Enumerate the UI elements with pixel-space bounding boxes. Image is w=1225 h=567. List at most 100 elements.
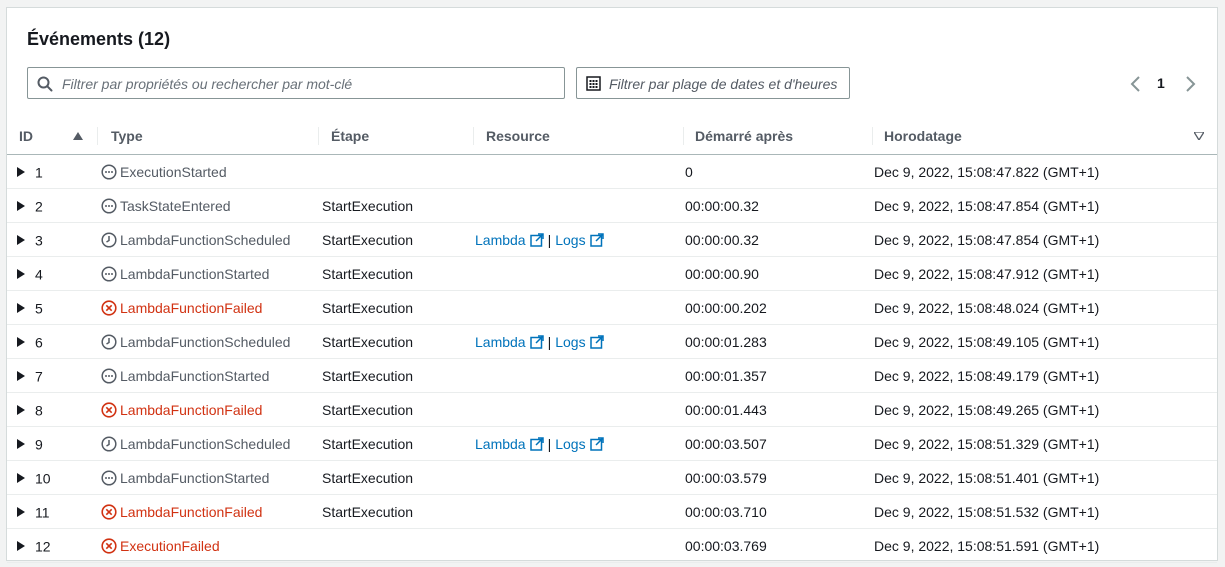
caret-right-icon[interactable] xyxy=(17,167,25,178)
cell-resource xyxy=(473,528,683,563)
logs-link[interactable]: Logs xyxy=(555,333,604,350)
event-id: 4 xyxy=(35,266,43,283)
event-timestamp: Dec 9, 2022, 15:08:49.179 (GMT+1) xyxy=(874,367,1100,384)
caret-right-icon[interactable] xyxy=(17,541,25,552)
table-row[interactable]: 4 LambdaFunctionStarted StartExecution 00:0… xyxy=(7,256,1217,291)
caret-right-icon[interactable] xyxy=(17,439,25,450)
cell-started-after: 00:00:00.32 xyxy=(683,222,872,257)
table-row[interactable]: 8 LambdaFunctionFailed StartExecution 00:00… xyxy=(7,392,1217,427)
table-row[interactable]: 3 LambdaFunctionScheduled StartExecution La… xyxy=(7,222,1217,257)
event-type: LambdaFunctionStarted xyxy=(120,367,270,384)
logs-link-label: Logs xyxy=(555,333,586,350)
column-header-type[interactable]: Type xyxy=(97,118,318,155)
sort-descending-icon[interactable] xyxy=(1194,132,1204,140)
external-link-icon xyxy=(589,334,604,349)
column-header-resource[interactable]: Resource xyxy=(473,118,683,155)
column-header-id-label: ID xyxy=(19,128,33,144)
caret-right-icon[interactable] xyxy=(17,405,25,416)
table-row[interactable]: 7 LambdaFunctionStarted StartExecution 00:0… xyxy=(7,358,1217,393)
event-timestamp: Dec 9, 2022, 15:08:51.329 (GMT+1) xyxy=(874,435,1100,452)
caret-right-icon[interactable] xyxy=(17,303,25,314)
lambda-link[interactable]: Lambda xyxy=(475,334,544,350)
column-header-started-after[interactable]: Démarré après xyxy=(683,118,872,155)
search-input[interactable] xyxy=(60,72,559,96)
event-type: LambdaFunctionScheduled xyxy=(120,333,291,350)
event-started-after: 00:00:03.579 xyxy=(685,469,767,486)
table-row[interactable]: 9 LambdaFunctionScheduled StartExecution La… xyxy=(7,426,1217,461)
column-header-id[interactable]: ID xyxy=(7,118,97,155)
event-type: LambdaFunctionFailed xyxy=(120,299,263,316)
cell-id: 2 xyxy=(7,188,97,223)
event-started-after: 00:00:00.202 xyxy=(685,299,767,316)
cell-type: ExecutionStarted xyxy=(97,154,318,189)
cell-id: 5 xyxy=(7,290,97,325)
event-step: StartExecution xyxy=(322,367,414,384)
date-range-filter[interactable]: Filtrer par plage de dates et d'heures xyxy=(576,67,850,99)
cell-timestamp: Dec 9, 2022, 15:08:47.854 (GMT+1) xyxy=(872,222,1217,257)
table-row[interactable]: 6 LambdaFunctionScheduled StartExecution La… xyxy=(7,324,1217,359)
caret-right-icon[interactable] xyxy=(17,269,25,280)
caret-right-icon[interactable] xyxy=(17,201,25,212)
table-row[interactable]: 10 LambdaFunctionStarted StartExecution 00:… xyxy=(7,460,1217,495)
cell-step: StartExecution xyxy=(318,324,473,359)
cell-type: LambdaFunctionStarted xyxy=(97,460,318,495)
cell-id: 9 xyxy=(7,426,97,461)
external-link-icon xyxy=(529,436,544,451)
cell-resource xyxy=(473,188,683,223)
event-type: LambdaFunctionStarted xyxy=(120,265,270,282)
event-timestamp: Dec 9, 2022, 15:08:48.024 (GMT+1) xyxy=(874,299,1100,316)
lambda-link[interactable]: Lambda xyxy=(475,232,544,248)
info-dots-icon xyxy=(101,163,117,180)
lambda-link[interactable]: Lambda xyxy=(475,436,544,452)
logs-link-label: Logs xyxy=(555,231,586,248)
column-header-timestamp[interactable]: Horodatage xyxy=(872,118,1217,155)
caret-right-icon[interactable] xyxy=(17,337,25,348)
cell-step: StartExecution xyxy=(318,256,473,291)
search-box[interactable] xyxy=(27,67,565,99)
lambda-link-label: Lambda xyxy=(475,333,526,350)
external-link-icon xyxy=(589,232,604,247)
event-type: LambdaFunctionFailed xyxy=(120,503,263,520)
cell-started-after: 00:00:03.710 xyxy=(683,494,872,529)
logs-link[interactable]: Logs xyxy=(555,436,604,452)
chevron-left-icon[interactable] xyxy=(1129,74,1143,94)
event-step: StartExecution xyxy=(322,469,414,486)
table-row[interactable]: 2 TaskStateEntered StartExecution 00:00:00.… xyxy=(7,188,1217,223)
column-header-step[interactable]: Étape xyxy=(318,118,473,155)
cell-id: 1 xyxy=(7,154,97,189)
caret-right-icon[interactable] xyxy=(17,235,25,246)
cell-resource xyxy=(473,290,683,325)
caret-right-icon[interactable] xyxy=(17,507,25,518)
cell-resource: Lambda | Logs xyxy=(473,426,683,461)
cell-step: StartExecution xyxy=(318,188,473,223)
cell-step: StartExecution xyxy=(318,460,473,495)
column-divider xyxy=(97,127,98,145)
column-header-type-label: Type xyxy=(111,128,143,144)
cell-step xyxy=(318,154,473,189)
column-header-step-label: Étape xyxy=(331,128,370,144)
caret-right-icon[interactable] xyxy=(17,473,25,484)
info-dots-icon xyxy=(101,367,117,384)
cell-type: LambdaFunctionFailed xyxy=(97,290,318,325)
cell-timestamp: Dec 9, 2022, 15:08:48.024 (GMT+1) xyxy=(872,290,1217,325)
event-timestamp: Dec 9, 2022, 15:08:47.854 (GMT+1) xyxy=(874,231,1100,248)
clock-icon xyxy=(101,333,117,350)
table-row[interactable]: 12 ExecutionFailed 00:00:03.769 Dec 9, 2022… xyxy=(7,528,1217,563)
cell-id: 10 xyxy=(7,460,97,495)
current-page[interactable]: 1 xyxy=(1157,75,1165,91)
table-row[interactable]: 5 LambdaFunctionFailed StartExecution 00:00… xyxy=(7,290,1217,325)
lambda-link-label: Lambda xyxy=(475,435,526,452)
table-row[interactable]: 11 LambdaFunctionFailed StartExecution 00:0… xyxy=(7,494,1217,529)
logs-link[interactable]: Logs xyxy=(555,231,604,248)
cell-timestamp: Dec 9, 2022, 15:08:51.401 (GMT+1) xyxy=(872,460,1217,495)
caret-right-icon[interactable] xyxy=(17,371,25,382)
event-started-after: 00:00:00.90 xyxy=(685,265,759,282)
event-started-after: 0 xyxy=(685,163,693,180)
page-title: Événements (12) xyxy=(27,29,171,49)
event-type: LambdaFunctionScheduled xyxy=(120,435,291,452)
chevron-right-icon[interactable] xyxy=(1183,74,1197,94)
table-row[interactable]: 1 ExecutionStarted 0 Dec 9, 2022, 15:08:47.… xyxy=(7,154,1217,189)
sort-ascending-icon[interactable] xyxy=(73,132,83,140)
event-started-after: 00:00:03.507 xyxy=(685,435,767,452)
cell-resource xyxy=(473,358,683,393)
